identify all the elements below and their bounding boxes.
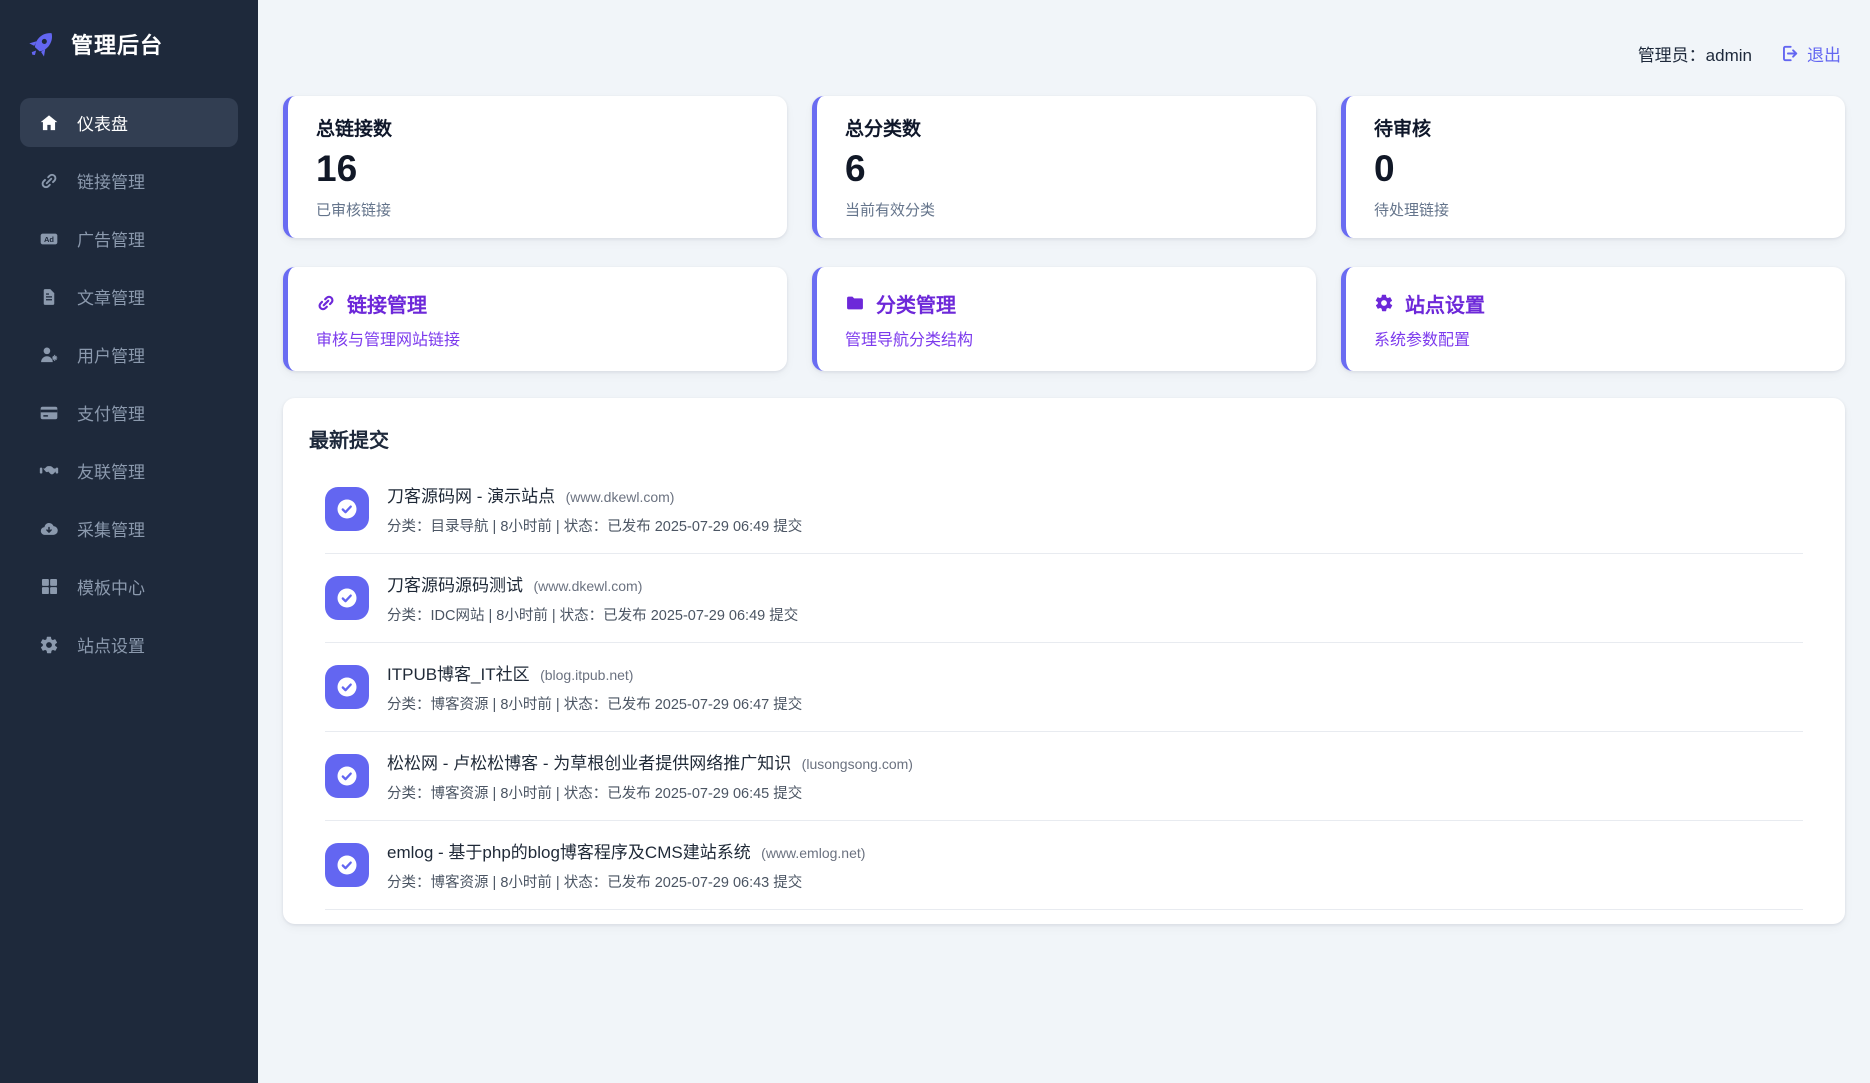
- grid-icon: [37, 577, 61, 597]
- handshake-icon: [37, 461, 61, 481]
- sidebar-item-dashboard[interactable]: 仪表盘: [20, 98, 238, 147]
- quick-card-link-management[interactable]: 链接管理 审核与管理网站链接: [283, 267, 787, 371]
- stat-title: 总链接数: [316, 119, 393, 140]
- folder-icon: [845, 293, 865, 313]
- topbar: 管理员：admin 退出: [283, 0, 1845, 96]
- recent-submissions-card: 最新提交 刀客源码网 - 演示站点 (www.dkewl.com) 分类：目录导…: [283, 398, 1845, 924]
- submission-title: emlog - 基于php的blog博客程序及CMS建站系统: [387, 843, 751, 862]
- gear-icon: [37, 635, 61, 655]
- quick-card-title: 链接管理: [347, 294, 427, 317]
- sidebar-item-label: 支付管理: [77, 405, 145, 424]
- stat-subtitle: 当前有效分类: [845, 202, 936, 219]
- logout-button[interactable]: 退出: [1780, 41, 1841, 66]
- quick-card-title: 分类管理: [876, 294, 956, 317]
- sidebar: 管理后台 仪表盘 链接管理 Ad 广告管理 文章管理 用户管理 支付管理 友联管…: [0, 0, 258, 1083]
- sidebar-item-site-settings[interactable]: 站点设置: [20, 620, 238, 669]
- stat-card-total-categories: 总分类数 6 当前有效分类: [812, 96, 1316, 238]
- gear-icon: [1374, 293, 1394, 313]
- submission-meta: 分类：博客资源 | 8小时前 | 状态：已发布 2025-07-29 06:47…: [387, 697, 803, 713]
- submission-title: 刀客源码源码测试: [387, 576, 523, 595]
- stat-title: 待审核: [1374, 119, 1432, 140]
- sidebar-item-templates[interactable]: 模板中心: [20, 562, 238, 611]
- credit-card-icon: [37, 403, 61, 423]
- submission-meta: 分类：目录导航 | 8小时前 | 状态：已发布 2025-07-29 06:49…: [387, 519, 803, 535]
- submission-meta: 分类：IDC网站 | 8小时前 | 状态：已发布 2025-07-29 06:4…: [387, 608, 799, 624]
- stats-row: 总链接数 16 已审核链接 总分类数 6 当前有效分类 待审核 0 待处理链接: [283, 96, 1845, 238]
- sidebar-item-label: 友联管理: [77, 463, 145, 482]
- check-circle-icon: [325, 754, 369, 798]
- quick-card-site-settings[interactable]: 站点设置 系统参数配置: [1341, 267, 1845, 371]
- submission-row: ITPUB博客_IT社区 (blog.itpub.net) 分类：博客资源 | …: [325, 643, 1803, 732]
- sidebar-item-label: 用户管理: [77, 347, 145, 366]
- sidebar-nav: 仪表盘 链接管理 Ad 广告管理 文章管理 用户管理 支付管理 友联管理 采集管…: [0, 98, 258, 669]
- submission-title: ITPUB博客_IT社区: [387, 665, 530, 684]
- quick-card-subtitle: 审核与管理网站链接: [316, 331, 461, 349]
- sidebar-item-ads[interactable]: Ad 广告管理: [20, 214, 238, 263]
- cloud-download-icon: [37, 519, 61, 539]
- quick-card-subtitle: 系统参数配置: [1374, 331, 1471, 349]
- check-circle-icon: [325, 576, 369, 620]
- submission-domain: (blog.itpub.net): [540, 667, 634, 683]
- submission-row: 刀客源码源码测试 (www.dkewl.com) 分类：IDC网站 | 8小时前…: [325, 554, 1803, 643]
- rocket-logo-icon: [26, 28, 58, 60]
- main-content: 管理员：admin 退出 总链接数 16 已审核链接 总分类数 6 当前有效分类…: [258, 0, 1870, 1083]
- sidebar-item-label: 仪表盘: [77, 115, 128, 134]
- submission-domain: (www.dkewl.com): [533, 578, 643, 594]
- quick-card-subtitle: 管理导航分类结构: [845, 331, 974, 349]
- svg-text:Ad: Ad: [44, 235, 54, 244]
- stat-subtitle: 已审核链接: [316, 202, 392, 219]
- sidebar-item-payments[interactable]: 支付管理: [20, 388, 238, 437]
- submission-title: 松松网 - 卢松松博客 - 为草根创业者提供网络推广知识: [387, 754, 792, 773]
- submission-domain: (www.dkewl.com): [565, 489, 675, 505]
- submission-meta: 分类：博客资源 | 8小时前 | 状态：已发布 2025-07-29 06:45…: [387, 786, 803, 802]
- link-icon: [316, 293, 336, 313]
- submission-row: 松松网 - 卢松松博客 - 为草根创业者提供网络推广知识 (lusongsong…: [325, 732, 1803, 821]
- submission-meta: 分类：博客资源 | 8小时前 | 状态：已发布 2025-07-29 06:43…: [387, 875, 803, 891]
- brand-title: 管理后台: [71, 33, 164, 58]
- check-circle-icon: [325, 665, 369, 709]
- stat-title: 总分类数: [845, 119, 922, 140]
- stat-value: 6: [845, 148, 866, 189]
- logout-label: 退出: [1807, 45, 1841, 65]
- sidebar-item-label: 链接管理: [77, 173, 145, 192]
- recent-submissions-list: 刀客源码网 - 演示站点 (www.dkewl.com) 分类：目录导航 | 8…: [305, 465, 1823, 910]
- stat-subtitle: 待处理链接: [1374, 202, 1450, 219]
- link-icon: [37, 171, 61, 191]
- stat-card-pending-review: 待审核 0 待处理链接: [1341, 96, 1845, 238]
- admin-label: 管理员：admin: [1637, 45, 1752, 65]
- brand: 管理后台: [0, 0, 258, 84]
- sidebar-item-label: 文章管理: [77, 289, 145, 308]
- sidebar-item-label: 广告管理: [77, 231, 145, 250]
- check-circle-icon: [325, 487, 369, 531]
- check-circle-icon: [325, 843, 369, 887]
- sidebar-item-users[interactable]: 用户管理: [20, 330, 238, 379]
- submission-row: 刀客源码网 - 演示站点 (www.dkewl.com) 分类：目录导航 | 8…: [325, 465, 1803, 554]
- file-icon: [37, 287, 61, 307]
- stat-value: 16: [316, 148, 358, 189]
- stat-card-total-links: 总链接数 16 已审核链接: [283, 96, 787, 238]
- stat-value: 0: [1374, 148, 1395, 189]
- sidebar-item-friendlinks[interactable]: 友联管理: [20, 446, 238, 495]
- quick-card-category-management[interactable]: 分类管理 管理导航分类结构: [812, 267, 1316, 371]
- sidebar-item-links[interactable]: 链接管理: [20, 156, 238, 205]
- sidebar-item-label: 模板中心: [77, 579, 145, 598]
- quick-links-row: 链接管理 审核与管理网站链接 分类管理 管理导航分类结构 站点设置 系统参数配置: [283, 267, 1845, 371]
- sidebar-item-articles[interactable]: 文章管理: [20, 272, 238, 321]
- user-gear-icon: [37, 345, 61, 365]
- submission-row: emlog - 基于php的blog博客程序及CMS建站系统 (www.emlo…: [325, 821, 1803, 910]
- submission-domain: (www.emlog.net): [761, 845, 866, 861]
- quick-card-title: 站点设置: [1405, 294, 1485, 317]
- sidebar-item-label: 采集管理: [77, 521, 145, 540]
- home-icon: [37, 113, 61, 133]
- logout-icon: [1780, 44, 1799, 63]
- sidebar-item-label: 站点设置: [77, 637, 145, 656]
- submission-domain: (lusongsong.com): [801, 756, 913, 772]
- sidebar-item-collect[interactable]: 采集管理: [20, 504, 238, 553]
- submission-title: 刀客源码网 - 演示站点: [387, 487, 556, 506]
- ad-icon: Ad: [37, 229, 61, 249]
- recent-submissions-title: 最新提交: [309, 430, 389, 452]
